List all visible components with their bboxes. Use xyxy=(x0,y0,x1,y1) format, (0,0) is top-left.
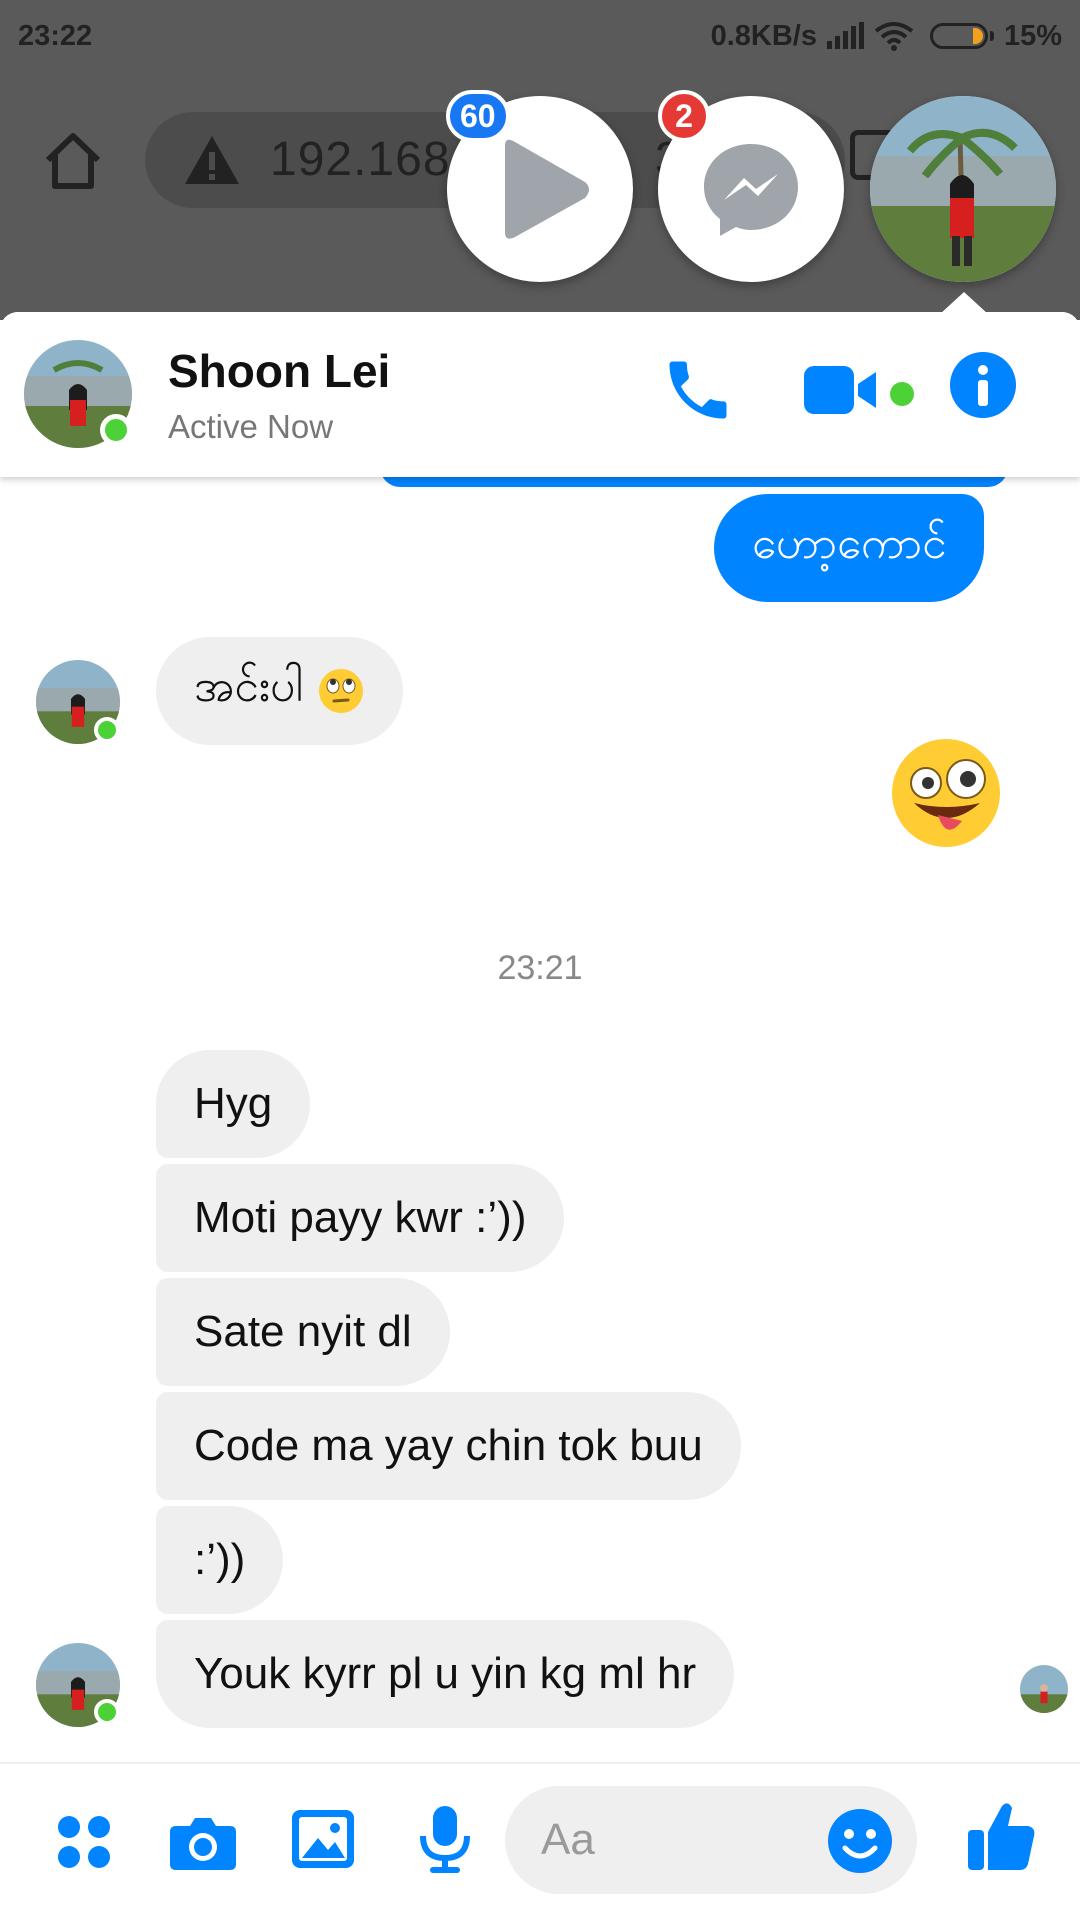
message-in-1[interactable]: အင်းပါ xyxy=(156,637,403,745)
message-in-5[interactable]: Code ma yay chin tok buu xyxy=(156,1392,741,1500)
phone-icon[interactable] xyxy=(660,352,736,428)
net-speed: 0.8KB/s xyxy=(710,19,817,52)
thumbs-up-icon[interactable] xyxy=(966,1800,1036,1872)
message-input[interactable] xyxy=(541,1810,821,1870)
camera-icon[interactable] xyxy=(168,1812,238,1872)
message-in-2[interactable]: Hyg xyxy=(156,1050,311,1158)
message-in-1-text: အင်းပါ xyxy=(194,662,303,711)
message-in-6[interactable]: :’)) xyxy=(156,1506,284,1614)
read-receipt-avatar xyxy=(1020,1665,1068,1713)
battery-icon xyxy=(929,23,988,49)
message-in-4[interactable]: Sate nyit dl xyxy=(156,1278,450,1386)
chat-header: Shoon Lei Active Now xyxy=(0,312,1080,477)
chat-panel: Shoon Lei Active Now ဟော့ကောင် အင်းပါ 23… xyxy=(0,312,1080,1920)
zany-face-emoji[interactable] xyxy=(890,737,1002,849)
contact-status: Active Now xyxy=(168,408,334,445)
warning-icon xyxy=(185,136,239,184)
mic-icon[interactable] xyxy=(418,1804,472,1876)
wifi-icon xyxy=(874,22,914,51)
home-icon[interactable] xyxy=(38,126,108,196)
online-indicator xyxy=(100,414,132,446)
message-in-7[interactable]: Youk kyrr pl u yin kg ml hr xyxy=(156,1620,735,1728)
message-out-1[interactable]: ဟော့ကောင် xyxy=(714,494,985,602)
status-right: 0.8KB/s 15% xyxy=(711,20,1062,53)
battery-tip xyxy=(989,31,994,41)
profile-photo xyxy=(870,96,1056,282)
status-time: 23:22 xyxy=(18,19,93,52)
message-list: ဟော့ကောင် အင်းပါ 23:21 Hyg Moti payy kwr… xyxy=(0,457,1080,1752)
gallery-icon[interactable] xyxy=(290,1808,356,1870)
panel-pointer xyxy=(940,292,988,314)
message-timestamp: 23:21 xyxy=(497,949,583,987)
play-badge: 60 xyxy=(446,90,510,142)
battery-percent: 15% xyxy=(1003,19,1062,52)
messenger-badge: 2 xyxy=(658,90,710,142)
sender-online-dot xyxy=(94,717,120,743)
message-composer xyxy=(0,1762,1080,1920)
profile-chathead[interactable] xyxy=(870,96,1056,282)
message-input-container xyxy=(505,1786,917,1894)
rolling-eyes-emoji xyxy=(318,669,363,713)
contact-name[interactable]: Shoon Lei xyxy=(168,344,390,398)
video-online-dot xyxy=(890,382,914,406)
status-bar: 23:22 0.8KB/s 15% xyxy=(0,0,1080,72)
url-text: 192.168 xyxy=(270,133,451,186)
apps-icon[interactable] xyxy=(56,1814,112,1870)
video-icon[interactable] xyxy=(802,362,878,418)
emoji-icon[interactable] xyxy=(827,1808,893,1874)
info-icon[interactable] xyxy=(950,352,1016,418)
sender-online-dot-2 xyxy=(94,1699,120,1725)
signal-icon xyxy=(826,22,864,49)
message-in-3[interactable]: Moti payy kwr :’)) xyxy=(156,1164,565,1272)
